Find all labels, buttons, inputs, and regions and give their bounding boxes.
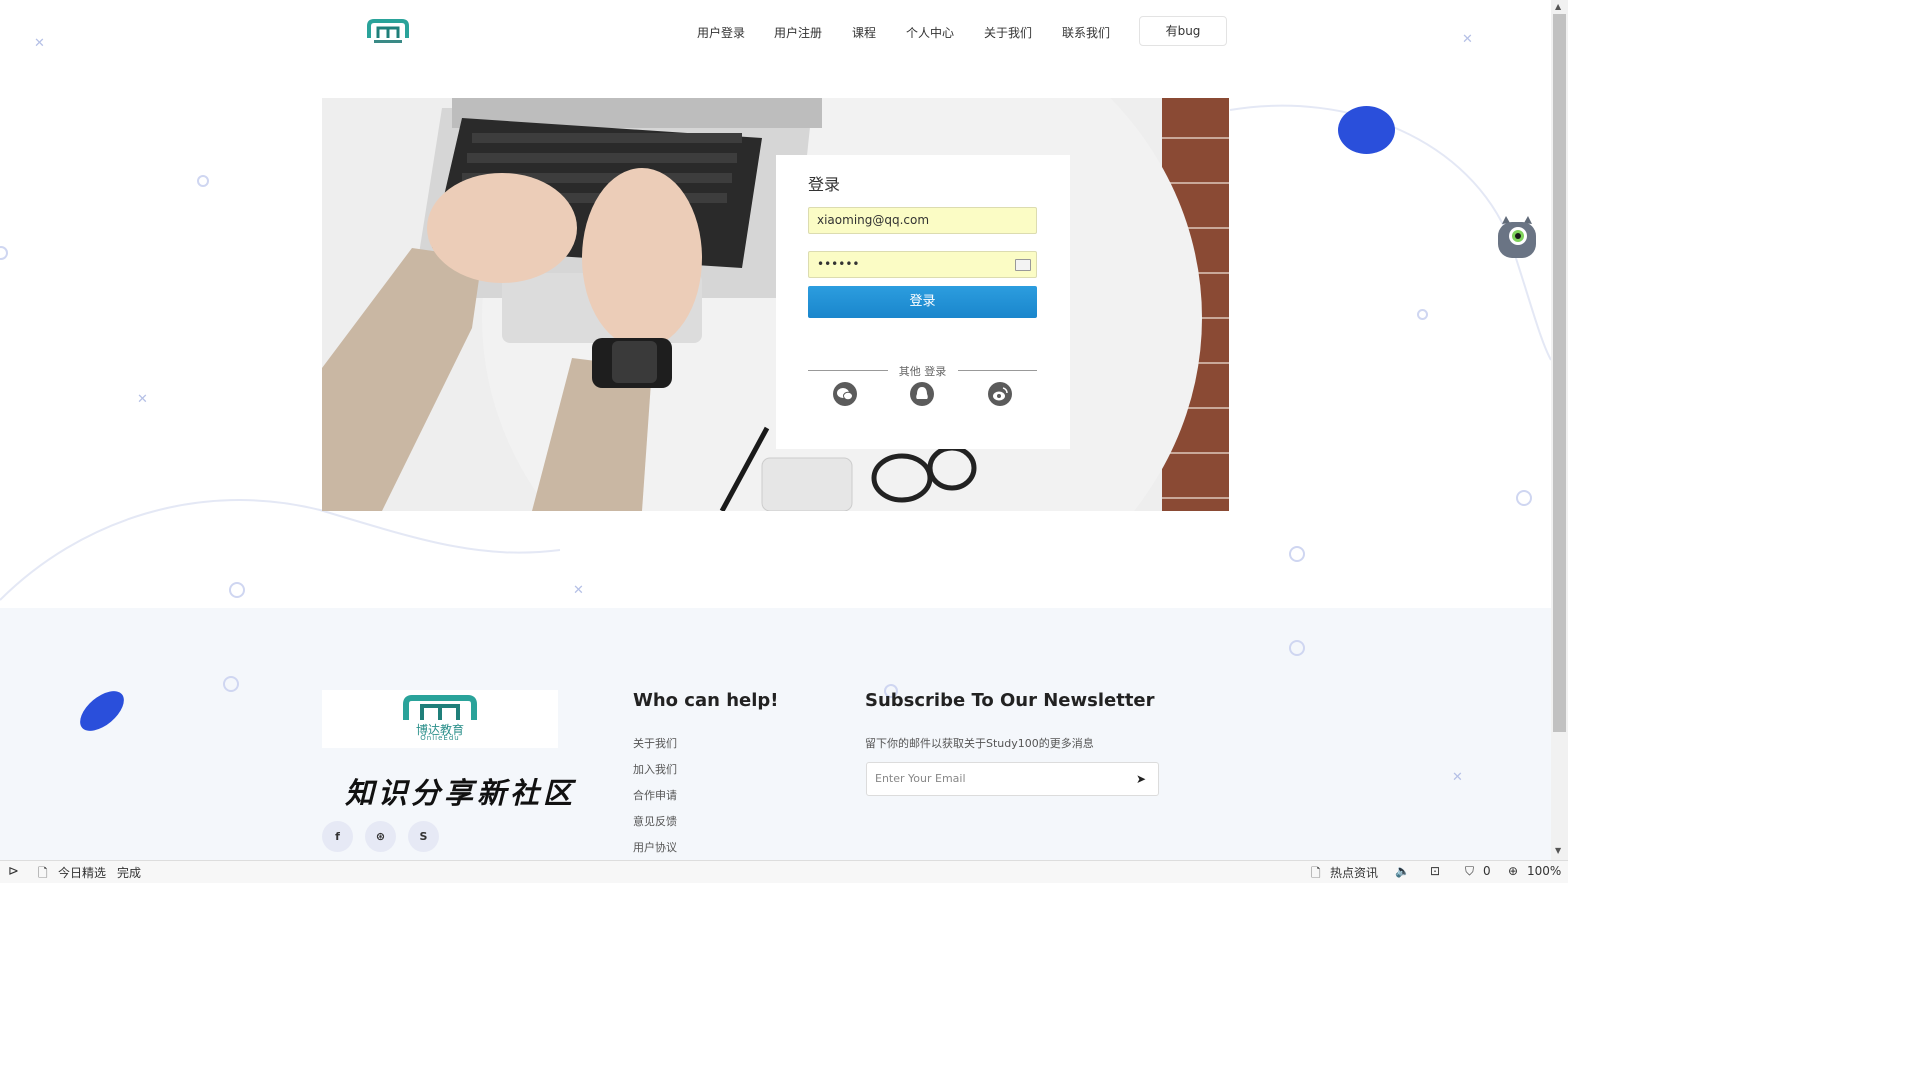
facebook-icon[interactable]: f (322, 821, 353, 852)
password-value: •••••• (817, 257, 860, 271)
email-input[interactable]: xiaoming@qq.com (808, 207, 1037, 234)
decor-cross: ✕ (34, 36, 45, 51)
page: 用户登录 用户注册 课程 个人中心 关于我们 联系我们 有bug ✕ ✕ ✕ ✕ (0, 0, 1551, 860)
adblock-count: 0 (1483, 864, 1491, 878)
nav-courses[interactable]: 课程 (852, 24, 876, 41)
nav-profile[interactable]: 个人中心 (906, 24, 954, 41)
decor-circle (223, 676, 239, 692)
newsletter-email-input[interactable]: Enter Your Email ➤ (866, 762, 1159, 796)
other-login-label: 其他 登录 (898, 365, 947, 378)
help-link-agreement[interactable]: 用户协议 (633, 839, 677, 855)
main-nav: 用户登录 用户注册 课程 个人中心 关于我们 联系我们 (0, 24, 1551, 44)
decor-cross: ✕ (573, 583, 584, 598)
decor-cross: ✕ (1462, 32, 1473, 47)
decor-blue-blob (1338, 106, 1395, 154)
wechat-icon[interactable] (833, 382, 857, 406)
footer-slogan: 知识分享新社区 (345, 776, 577, 810)
keyboard-icon[interactable] (1015, 259, 1031, 271)
decor-circle (1289, 640, 1305, 656)
scrollbar-thumb[interactable] (1553, 14, 1566, 732)
download-icon[interactable]: ⊡ (1430, 864, 1440, 878)
help-link-about[interactable]: 关于我们 (633, 735, 677, 751)
decor-circle (1417, 309, 1428, 320)
decor-circle (197, 175, 209, 187)
nav-register[interactable]: 用户注册 (774, 24, 822, 41)
help-link-join[interactable]: 加入我们 (633, 761, 677, 777)
weibo-icon[interactable] (988, 382, 1012, 406)
help-heading: Who can help! (633, 690, 779, 711)
scroll-up-icon[interactable]: ▲ (1555, 2, 1561, 11)
page-icon: 🗋 (38, 866, 48, 880)
status-done: 完成 (117, 866, 142, 880)
newsletter-subtitle: 留下你的邮件以获取关于Study100的更多消息 (865, 737, 1094, 750)
login-card: 登录 xiaoming@qq.com •••••• 登录 其他 登录 (776, 155, 1070, 449)
zoom-level[interactable]: 100% (1527, 864, 1561, 878)
footer-logo[interactable]: 博达教育 OnlieEdu (322, 690, 558, 748)
dribbble-icon[interactable]: ⊛ (365, 821, 396, 852)
nav-login[interactable]: 用户登录 (697, 24, 745, 41)
speaker-icon[interactable]: 🔈 (1395, 864, 1410, 878)
decor-circle (229, 582, 245, 598)
news-page-icon: 🗋 (1311, 866, 1321, 880)
nav-about[interactable]: 关于我们 (984, 24, 1032, 41)
newsletter-heading: Subscribe To Our Newsletter (865, 690, 1155, 711)
scroll-down-icon[interactable]: ▼ (1555, 846, 1561, 855)
status-today-picks[interactable]: 今日精选 (58, 864, 106, 881)
send-icon[interactable]: ➤ (1136, 763, 1146, 795)
status-hot-news[interactable]: 热点资讯 (1330, 864, 1378, 881)
newsletter-placeholder: Enter Your Email (875, 772, 966, 785)
skype-icon[interactable]: S (408, 821, 439, 852)
login-title: 登录 (808, 175, 841, 194)
browser-status-bar: ⊳ 🗋 今日精选 完成 🗋 热点资讯 🔈 ⊡ ⛉ 0 ⊕ 100% (0, 860, 1568, 883)
decor-cross: ✕ (137, 392, 148, 407)
mascot-icon[interactable] (1496, 214, 1538, 260)
qq-icon[interactable] (910, 382, 934, 406)
footer (0, 608, 1551, 860)
decor-circle (1516, 490, 1532, 506)
zoom-icon[interactable]: ⊕ (1508, 864, 1518, 878)
divider-line-right (958, 370, 1037, 371)
decor-cross: ✕ (1452, 770, 1463, 785)
footer-logo-subtext: OnlieEdu (420, 734, 460, 742)
sidebar-toggle-icon[interactable]: ⊳ (8, 864, 19, 879)
help-link-feedback[interactable]: 意见反馈 (633, 813, 677, 829)
help-link-cooperation[interactable]: 合作申请 (633, 787, 677, 803)
vertical-scrollbar[interactable]: ▲ ▼ (1551, 0, 1568, 860)
adblock-icon[interactable]: ⛉ (1465, 864, 1474, 879)
login-button[interactable]: 登录 (808, 286, 1037, 318)
nav-contact[interactable]: 联系我们 (1062, 24, 1110, 41)
other-login-divider: 其他 登录 (808, 363, 1037, 378)
decor-circle (1289, 546, 1305, 562)
bug-button[interactable]: 有bug (1139, 16, 1227, 46)
password-input[interactable]: •••••• (808, 251, 1037, 278)
